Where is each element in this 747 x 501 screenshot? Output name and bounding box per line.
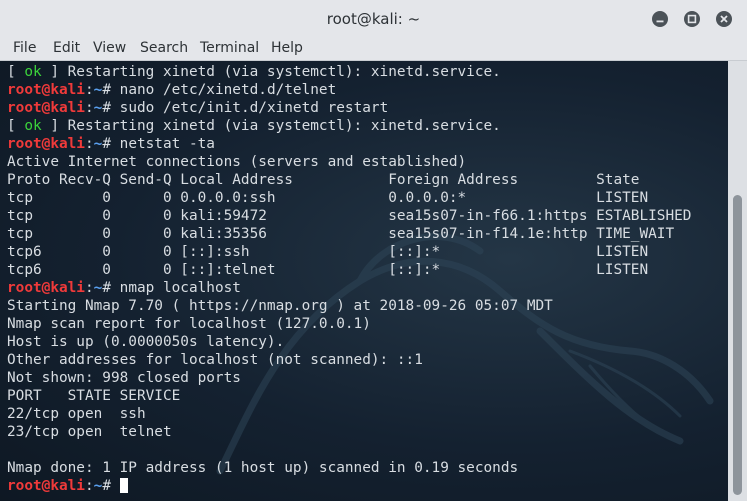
prompt-line: root@kali:~# nano /etc/xinetd.d/telnet: [7, 81, 727, 99]
output-line: Nmap done: 1 IP address (1 host up) scan…: [7, 460, 519, 476]
prompt-user: root@kali: [7, 280, 85, 296]
status-bracket: [: [7, 118, 25, 134]
command-text: nmap localhost: [119, 280, 241, 296]
prompt-symbol: #: [102, 280, 120, 296]
prompt-line: root@kali:~# sudo /etc/init.d/xinetd res…: [7, 99, 727, 117]
window-title: root@kali: ~: [326, 10, 421, 28]
prompt-separator: :: [84, 478, 94, 494]
text-cursor: [119, 478, 128, 493]
prompt-user: root@kali: [7, 136, 85, 152]
output-line: tcp6 0 0 [::]:telnet [::]:* LISTEN: [7, 262, 649, 278]
menu-bar: File Edit View Search Terminal Help: [0, 38, 747, 61]
minimize-icon: [656, 20, 664, 23]
output-line: tcp 0 0 0.0.0.0:ssh 0.0.0.0:* LISTEN: [7, 190, 649, 206]
menu-edit[interactable]: Edit: [53, 40, 80, 56]
status-line: [ ok ] Restarting xinetd (via systemctl)…: [7, 63, 727, 81]
output-line: Not shown: 998 closed ports: [7, 370, 241, 386]
output-line: Host is up (0.0000050s latency).: [7, 334, 285, 350]
output-line: PORT STATE SERVICE: [7, 388, 181, 404]
output-line: tcp6 0 0 [::]:ssh [::]:* LISTEN: [7, 244, 649, 260]
prompt-user: root@kali: [7, 478, 85, 494]
output-line: tcp 0 0 kali:35356 sea15s07-in-f14.1e:ht…: [7, 226, 675, 242]
status-message: ] Restarting xinetd (via systemctl): xin…: [41, 64, 501, 80]
output-line: Starting Nmap 7.70 ( https://nmap.org ) …: [7, 298, 553, 314]
output-line: Nmap scan report for localhost (127.0.0.…: [7, 316, 371, 332]
menu-terminal[interactable]: Terminal: [200, 40, 259, 56]
prompt-user: root@kali: [7, 100, 85, 116]
command-text: sudo /etc/init.d/xinetd restart: [119, 100, 389, 116]
menu-search[interactable]: Search: [140, 40, 188, 56]
prompt-user: root@kali: [7, 82, 85, 98]
menu-help[interactable]: Help: [271, 40, 303, 56]
output-line: Other addresses for localhost (not scann…: [7, 352, 423, 368]
prompt-separator: :: [84, 100, 94, 116]
status-message: ] Restarting xinetd (via systemctl): xin…: [41, 118, 501, 134]
output-line: Proto Recv-Q Send-Q Local Address Foreig…: [7, 172, 640, 188]
menu-view[interactable]: View: [93, 40, 126, 56]
maximize-button[interactable]: [684, 11, 700, 27]
terminal-area[interactable]: [ ok ] Restarting xinetd (via systemctl)…: [0, 61, 728, 501]
prompt-symbol: #: [102, 136, 120, 152]
command-text: nano /etc/xinetd.d/telnet: [119, 82, 337, 98]
scrollbar[interactable]: [728, 61, 747, 501]
output-line: 23/tcp open telnet: [7, 424, 172, 440]
terminal-output: [ ok ] Restarting xinetd (via systemctl)…: [7, 63, 727, 495]
close-icon: [720, 15, 728, 23]
prompt-line: root@kali:~#: [7, 477, 727, 495]
prompt-line: root@kali:~# netstat -ta: [7, 135, 727, 153]
prompt-symbol: #: [102, 100, 120, 116]
output-line: tcp 0 0 kali:59472 sea15s07-in-f66.1:htt…: [7, 208, 692, 224]
minimize-button[interactable]: [652, 11, 668, 27]
output-line: Active Internet connections (servers and…: [7, 154, 467, 170]
title-bar[interactable]: root@kali: ~: [0, 0, 747, 39]
close-button[interactable]: [716, 11, 732, 27]
status-line: [ ok ] Restarting xinetd (via systemctl)…: [7, 117, 727, 135]
prompt-line: root@kali:~# nmap localhost: [7, 279, 727, 297]
prompt-symbol: #: [102, 478, 120, 494]
status-bracket: [: [7, 64, 25, 80]
prompt-separator: :: [84, 136, 94, 152]
output-line: 22/tcp open ssh: [7, 406, 146, 422]
scrollbar-thumb[interactable]: [733, 195, 742, 495]
prompt-separator: :: [84, 280, 94, 296]
status-ok: ok: [24, 118, 42, 134]
prompt-separator: :: [84, 82, 94, 98]
prompt-symbol: #: [102, 82, 120, 98]
command-text: netstat -ta: [119, 136, 215, 152]
status-ok: ok: [24, 64, 42, 80]
menu-file[interactable]: File: [13, 40, 36, 56]
terminal-window: root@kali: ~ File Edit View Search Termi…: [0, 0, 747, 501]
maximize-icon: [687, 14, 697, 24]
